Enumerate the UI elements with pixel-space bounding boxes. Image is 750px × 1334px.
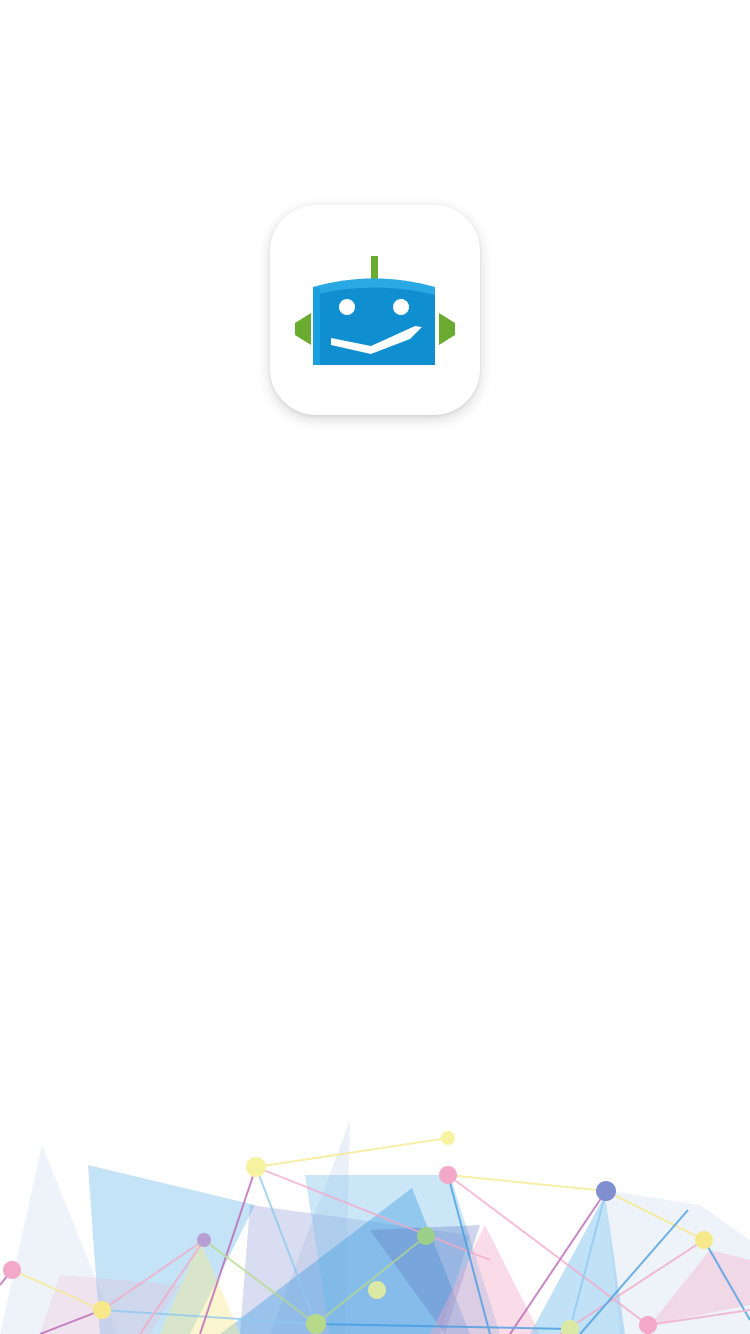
app-logo	[270, 205, 480, 415]
left-ear	[295, 313, 311, 345]
right-ear	[439, 313, 455, 345]
antenna	[371, 256, 378, 282]
polygon-network-art	[0, 1110, 750, 1334]
left-eye	[339, 299, 355, 315]
robot-face-icon	[295, 256, 455, 365]
head-side	[313, 287, 320, 365]
splash-screen	[0, 0, 750, 1334]
network-graphic	[0, 1120, 750, 1334]
right-eye	[393, 299, 409, 315]
